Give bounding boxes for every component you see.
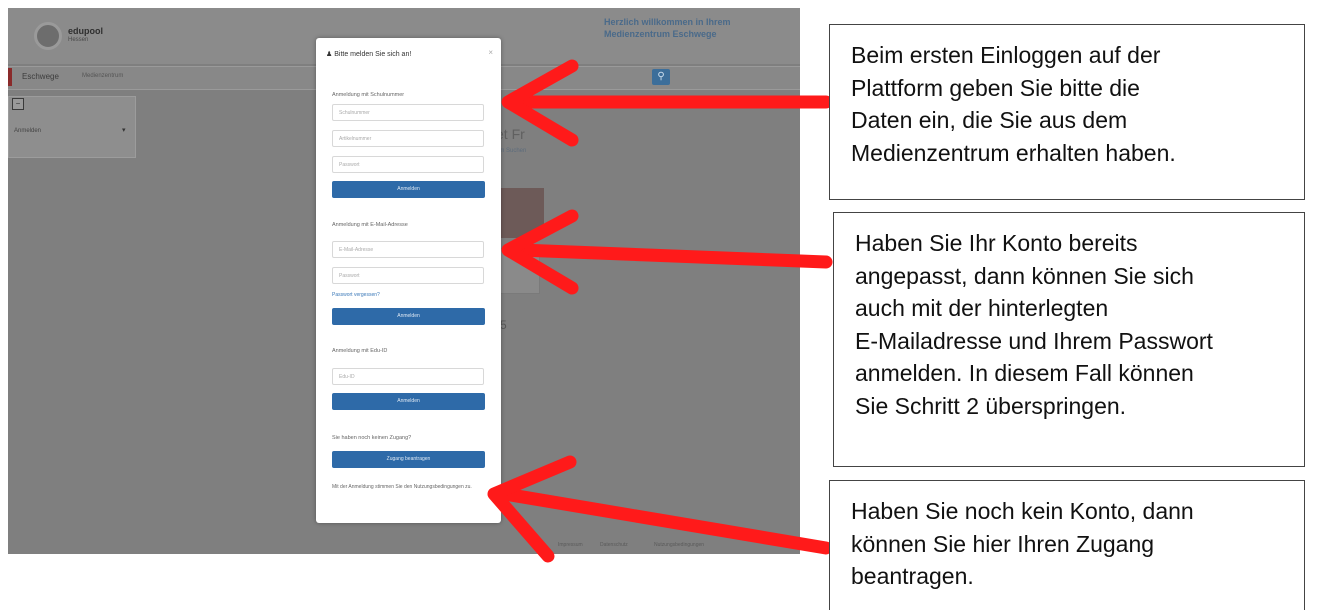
callout-email-login-text: Haben Sie Ihr Konto bereits angepasst, d…	[855, 230, 1213, 419]
callout-first-login: Beim ersten Einloggen auf der Plattform …	[829, 24, 1305, 200]
callout-email-login: Haben Sie Ihr Konto bereits angepasst, d…	[833, 212, 1305, 467]
arrow-2-shaft	[513, 243, 833, 269]
callout-request-access: Haben Sie noch kein Konto, dann können S…	[829, 480, 1305, 610]
callout-first-login-text: Beim ersten Einloggen auf der Plattform …	[851, 42, 1176, 166]
callout-request-access-text: Haben Sie noch kein Konto, dann können S…	[851, 498, 1194, 589]
arrow-3-shaft	[498, 487, 833, 555]
arrow-group	[487, 59, 833, 563]
